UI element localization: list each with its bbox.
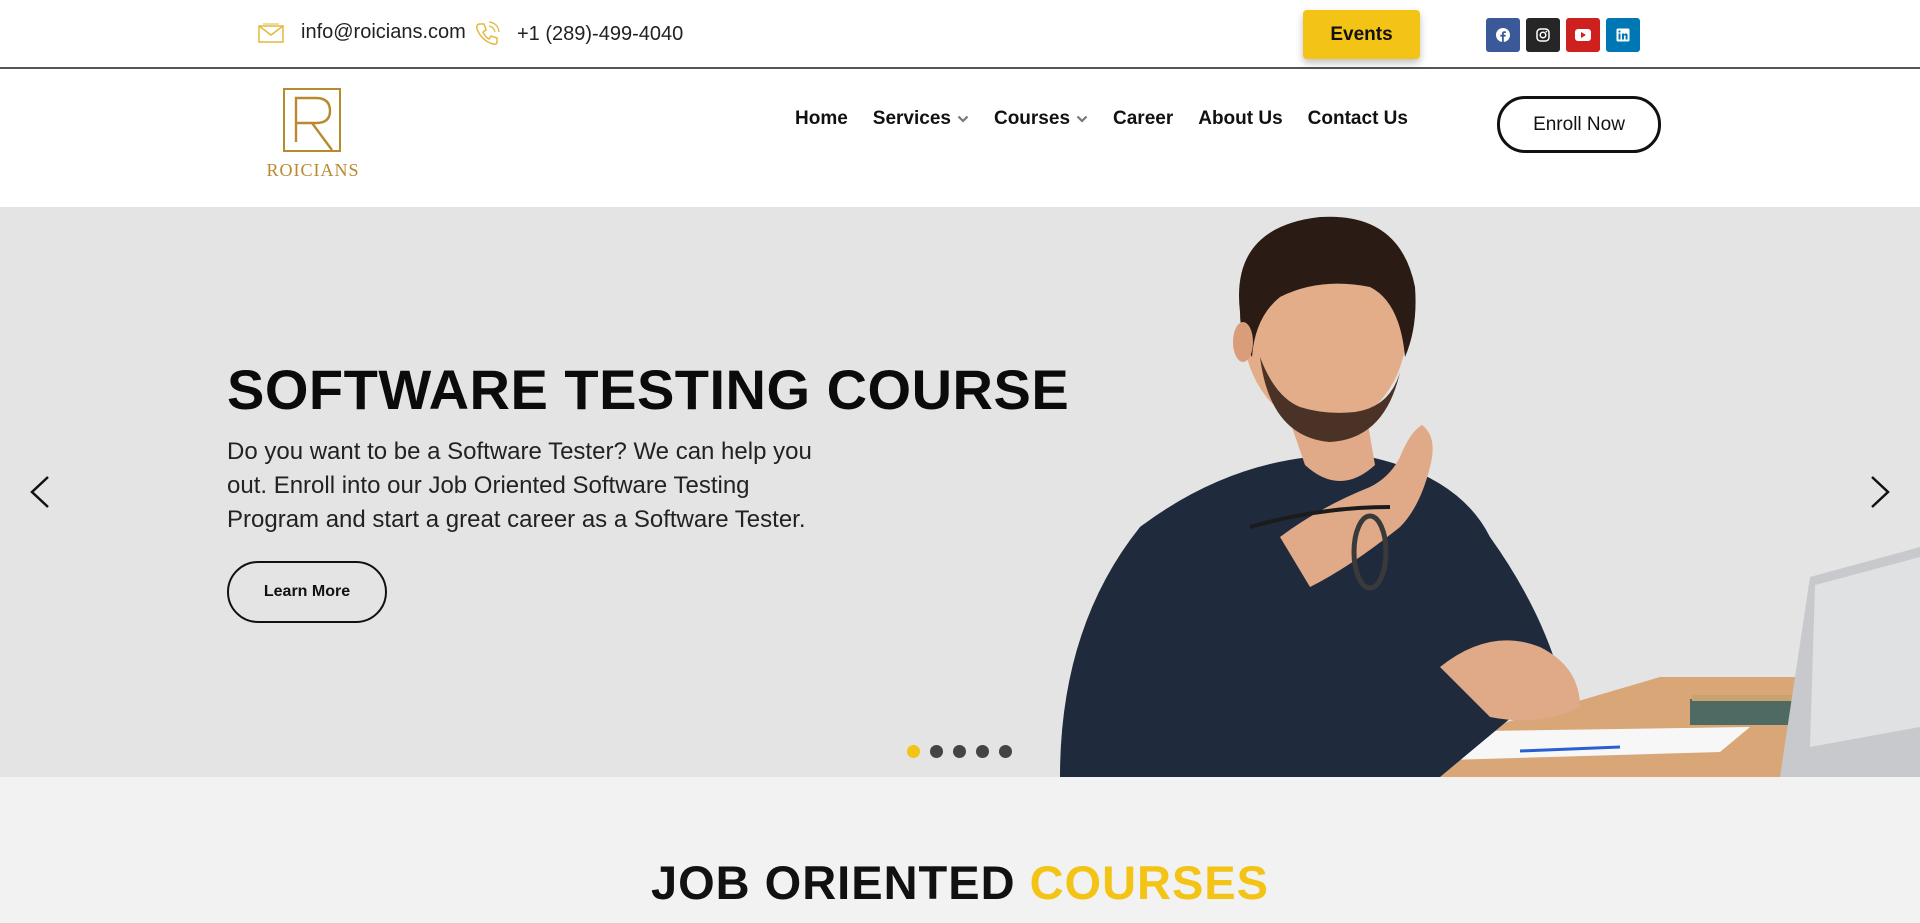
slider-pagination [907,745,1012,758]
courses-section: JOB ORIENTED COURSES [0,777,1920,923]
top-bar: info@roicians.com +1 (289)-499-4040 Even… [0,0,1920,69]
phone-contact[interactable]: +1 (289)-499-4040 [474,21,683,47]
youtube-icon [1575,29,1591,41]
email-text: info@roicians.com [301,21,466,43]
linkedin-icon [1616,28,1630,42]
nav-career[interactable]: Career [1113,108,1173,130]
slide-dot-1[interactable] [907,745,920,758]
main-nav: Home Services Courses Career About Us Co… [795,108,1433,130]
enroll-now-button[interactable]: Enroll Now [1497,96,1661,153]
section-title: JOB ORIENTED COURSES [0,855,1920,910]
instagram-icon [1536,28,1550,42]
email-contact[interactable]: info@roicians.com [258,21,466,44]
nav-home[interactable]: Home [795,108,848,130]
learn-more-button[interactable]: Learn More [227,561,387,623]
hero-slider: SOFTWARE TESTING COURSE Do you want to b… [0,207,1920,777]
facebook-icon [1496,28,1510,42]
logo-text: ROICIANS [266,160,360,180]
youtube-link[interactable] [1566,18,1600,52]
section-title-main: JOB ORIENTED [650,856,1016,909]
nav-services[interactable]: Services [873,108,969,130]
phone-icon [476,21,500,45]
nav-about-us[interactable]: About Us [1198,108,1282,130]
nav-courses[interactable]: Courses [994,108,1088,130]
section-title-accent: COURSES [1029,856,1270,909]
hero-title: SOFTWARE TESTING COURSE [227,358,1070,421]
chevron-down-icon [957,115,969,123]
slide-dot-3[interactable] [953,745,966,758]
hero-description: Do you want to be a Software Tester? We … [227,438,812,533]
nav-services-label: Services [872,108,951,129]
facebook-link[interactable] [1486,18,1520,52]
linkedin-link[interactable] [1606,18,1640,52]
instagram-link[interactable] [1526,18,1560,52]
chevron-right-icon[interactable] [1860,472,1900,512]
nav-about-us-label: About Us [1198,108,1283,129]
events-button[interactable]: Events [1303,10,1420,59]
chevron-left-icon[interactable] [20,472,60,512]
nav-career-label: Career [1113,108,1174,129]
slide-dot-4[interactable] [976,745,989,758]
nav-home-label: Home [795,108,848,129]
hero-image [1060,216,1920,777]
envelope-icon [258,23,284,43]
nav-contact-us-label: Contact Us [1307,108,1408,129]
nav-contact-us[interactable]: Contact Us [1308,108,1408,130]
site-header: ROICIANS Home Services Courses Career Ab… [0,70,1920,207]
slide-dot-5[interactable] [999,745,1012,758]
social-links [1486,18,1640,52]
nav-courses-label: Courses [993,108,1071,129]
slide-dot-2[interactable] [930,745,943,758]
logo[interactable]: ROICIANS [260,88,366,183]
logo-mark-icon [283,88,341,152]
phone-text: +1 (289)-499-4040 [517,22,684,45]
chevron-down-icon [1076,115,1088,123]
